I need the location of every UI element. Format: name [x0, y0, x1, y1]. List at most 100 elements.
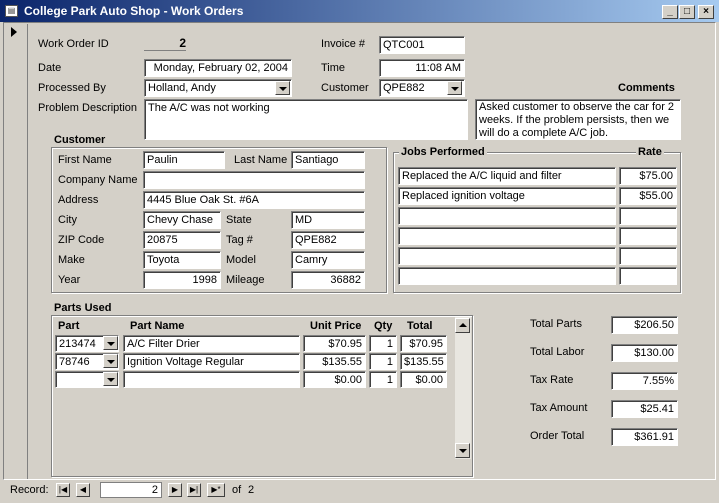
unit-price-field[interactable]: $135.55 [303, 353, 366, 370]
processed-by-select[interactable]: Holland, Andy [144, 79, 292, 97]
first-record-icon[interactable]: |◀ [56, 483, 70, 497]
part-name-column-header: Part Name [130, 320, 185, 332]
problem-description-field[interactable]: The A/C was not working [144, 99, 468, 140]
dropdown-icon[interactable] [275, 81, 290, 95]
address-label: Address [58, 194, 99, 206]
job-rate-field[interactable] [619, 247, 677, 265]
tag-field[interactable]: QPE882 [291, 231, 365, 249]
job-rate-field[interactable] [619, 227, 677, 245]
job-description-field[interactable] [398, 247, 616, 265]
time-label: Time [321, 62, 346, 74]
job-rate-field[interactable] [619, 207, 677, 225]
part-name-field[interactable]: Ignition Voltage Regular [123, 353, 300, 370]
unit-price-field[interactable]: $0.00 [303, 371, 366, 388]
year-field[interactable]: 1998 [143, 271, 221, 289]
city-label: City [58, 214, 77, 226]
last-name-label: Last Name [234, 154, 288, 166]
address-field[interactable]: 4445 Blue Oak St. #6A [143, 191, 365, 209]
zip-code-label: ZIP Code [58, 234, 105, 246]
comments-field[interactable]: Asked customer to observe the car for 2 … [475, 99, 681, 140]
maximize-icon[interactable]: □ [679, 5, 695, 19]
job-rate-field[interactable] [619, 267, 677, 285]
app-icon[interactable]: ▤ [5, 5, 18, 17]
total-labor-field[interactable]: $130.00 [611, 344, 678, 362]
job-description-field[interactable]: Replaced the A/C liquid and filter [398, 167, 616, 185]
rate-column-title: Rate [636, 146, 664, 158]
city-field[interactable]: Chevy Chase [143, 211, 221, 229]
parts-scrollbar[interactable] [454, 317, 471, 459]
part-name-field[interactable] [123, 371, 300, 388]
line-total-field[interactable]: $70.95 [400, 335, 447, 352]
year-label: Year [58, 274, 81, 286]
record-selector[interactable] [6, 24, 28, 479]
job-rate-field[interactable]: $75.00 [619, 167, 677, 185]
scroll-up-icon[interactable] [455, 318, 470, 333]
order-total-label: Order Total [530, 430, 585, 442]
jobs-section-title: Jobs Performed [399, 146, 487, 158]
make-field[interactable]: Toyota [143, 251, 221, 269]
line-total-field[interactable]: $135.55 [400, 353, 447, 370]
tax-rate-field[interactable]: 7.55% [611, 372, 678, 390]
qty-column-header: Qty [374, 320, 393, 332]
comments-label: Comments [618, 82, 675, 94]
invoice-label: Invoice # [321, 38, 366, 50]
total-labor-label: Total Labor [530, 346, 585, 358]
date-label: Date [38, 62, 62, 74]
make-label: Make [58, 254, 85, 266]
minimize-icon[interactable]: _ [662, 5, 678, 19]
tax-amount-field[interactable]: $25.41 [611, 400, 678, 418]
new-record-icon[interactable]: ▶* [207, 483, 225, 497]
record-total: 2 [248, 484, 255, 496]
record-label: Record: [10, 484, 49, 496]
processed-by-label: Processed By [38, 82, 106, 94]
close-icon[interactable]: × [698, 5, 714, 19]
part-name-field[interactable]: A/C Filter Drier [123, 335, 300, 352]
last-name-field[interactable]: Santiago [291, 151, 365, 169]
date-field[interactable]: Monday, February 02, 2004 [144, 59, 292, 77]
job-description-field[interactable] [398, 207, 616, 225]
parts-section-title: Parts Used [52, 302, 114, 314]
record-selector-icon [11, 27, 17, 37]
tax-amount-label: Tax Amount [530, 402, 588, 414]
problem-description-label: Problem Description [38, 102, 138, 114]
job-rate-field[interactable]: $55.00 [619, 187, 677, 205]
last-record-icon[interactable]: ▶| [187, 483, 201, 497]
model-field[interactable]: Camry [291, 251, 365, 269]
dropdown-icon[interactable] [103, 336, 118, 350]
state-label: State [226, 214, 252, 226]
work-order-id-field[interactable]: 2 [144, 36, 186, 51]
job-description-field[interactable] [398, 267, 616, 285]
mileage-field[interactable]: 36882 [291, 271, 365, 289]
job-description-field[interactable]: Replaced ignition voltage [398, 187, 616, 205]
zip-code-field[interactable]: 20875 [143, 231, 221, 249]
dropdown-icon[interactable] [447, 81, 462, 95]
state-field[interactable]: MD [291, 211, 365, 229]
qty-field[interactable]: 1 [369, 371, 397, 388]
company-name-label: Company Name [58, 174, 138, 186]
customer-section-title: Customer [52, 134, 108, 146]
record-number-input[interactable]: 2 [100, 482, 162, 498]
company-name-field[interactable] [143, 171, 365, 189]
time-field[interactable]: 11:08 AM [379, 59, 465, 77]
total-parts-field[interactable]: $206.50 [611, 316, 678, 334]
model-label: Model [226, 254, 256, 266]
total-parts-label: Total Parts [530, 318, 582, 330]
unit-price-field[interactable]: $70.95 [303, 335, 366, 352]
invoice-field[interactable]: QTC001 [379, 36, 465, 54]
prev-record-icon[interactable]: ◀ [76, 483, 90, 497]
job-description-field[interactable] [398, 227, 616, 245]
work-order-id-label: Work Order ID [38, 38, 109, 50]
customer-label: Customer [321, 82, 369, 94]
qty-field[interactable]: 1 [369, 353, 397, 370]
scroll-down-icon[interactable] [455, 443, 470, 458]
mileage-label: Mileage [226, 274, 265, 286]
unit-price-column-header: Unit Price [310, 320, 362, 332]
qty-field[interactable]: 1 [369, 335, 397, 352]
dropdown-icon[interactable] [103, 372, 118, 386]
dropdown-icon[interactable] [103, 354, 118, 368]
next-record-icon[interactable]: ▶ [168, 483, 182, 497]
order-total-field[interactable]: $361.91 [611, 428, 678, 446]
first-name-field[interactable]: Paulin [143, 151, 225, 169]
tax-rate-label: Tax Rate [530, 374, 574, 386]
line-total-field[interactable]: $0.00 [400, 371, 447, 388]
